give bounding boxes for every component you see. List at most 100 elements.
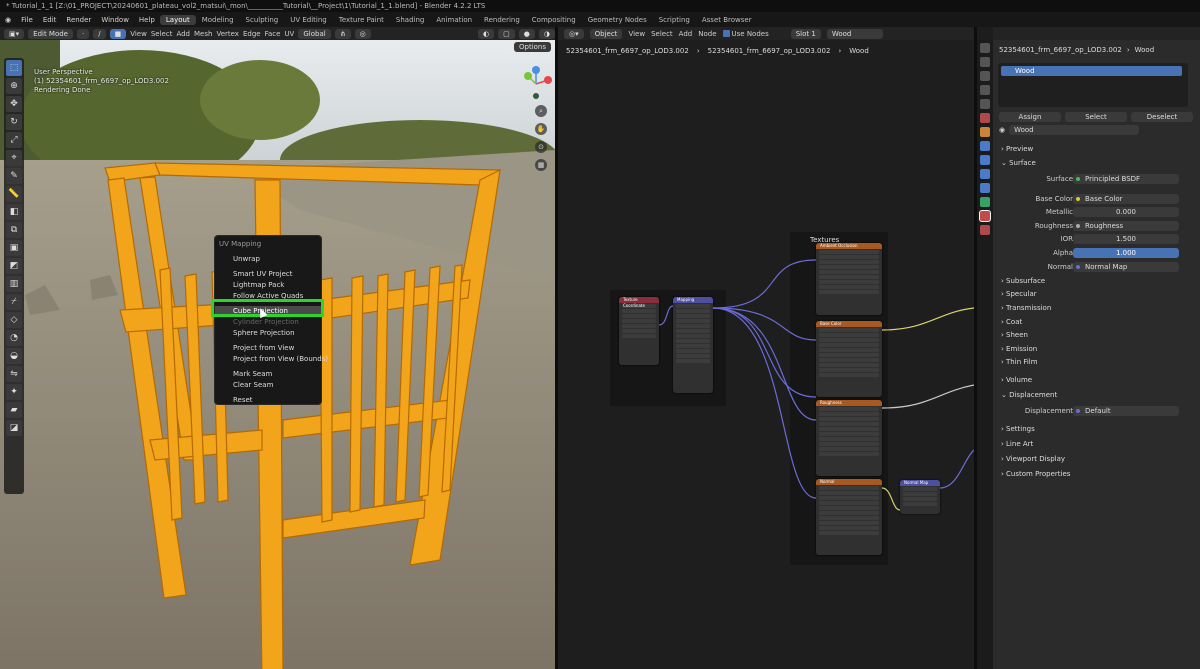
render-tab-icon[interactable] (980, 57, 990, 67)
shrink-fatten-tool-icon[interactable]: ✦ (6, 384, 22, 400)
section-subsurface[interactable]: › Subsurface (993, 275, 1200, 287)
editor-type-button[interactable]: ▣▾ (4, 28, 25, 39)
vp-menu-edge[interactable]: Edge (243, 30, 261, 38)
scale-tool-icon[interactable]: ⤢ (6, 132, 22, 148)
section-viewport-display[interactable]: › Viewport Display (993, 453, 1200, 465)
ne-menu-view[interactable]: View (628, 30, 645, 38)
normal-field[interactable]: Normal Map (1073, 262, 1179, 272)
tab-geometry-nodes[interactable]: Geometry Nodes (582, 15, 653, 25)
menu-file[interactable]: File (16, 16, 38, 24)
modifier-tab-icon[interactable] (980, 141, 990, 151)
physics-tab-icon[interactable] (980, 169, 990, 179)
section-coat[interactable]: › Coat (993, 316, 1200, 328)
displacement-field[interactable]: Default (1073, 406, 1179, 416)
data-tab-icon[interactable] (980, 197, 990, 207)
vp-menu-view[interactable]: View (130, 30, 147, 38)
section-sheen[interactable]: › Sheen (993, 329, 1200, 341)
tool-tab-icon[interactable] (980, 43, 990, 53)
ne-menu-node[interactable]: Node (698, 30, 716, 38)
shading-solid-icon[interactable]: ● (518, 28, 535, 39)
uv-menu-project-from-view-bounds[interactable]: Project from View (Bounds) (215, 354, 328, 365)
inset-tool-icon[interactable]: ▣ (6, 240, 22, 256)
tab-uv-editing[interactable]: UV Editing (284, 15, 333, 25)
shading-material-icon[interactable]: ◑ (538, 28, 555, 39)
metallic-field[interactable]: 0.000 (1073, 207, 1179, 217)
uv-menu-lightmap-pack[interactable]: Lightmap Pack (215, 280, 321, 291)
node-editor-type-icon[interactable]: ◎▾ (564, 28, 584, 39)
snap-icon[interactable]: ⋔ (334, 28, 351, 39)
rotate-tool-icon[interactable]: ↻ (6, 114, 22, 130)
section-surface[interactable]: ⌄ Surface (993, 157, 1200, 169)
tab-scripting[interactable]: Scripting (653, 15, 696, 25)
uv-menu-reset[interactable]: Reset (215, 395, 321, 406)
menu-window[interactable]: Window (96, 16, 134, 24)
surface-field[interactable]: Principled BSDF (1073, 174, 1179, 184)
shader-type-dropdown[interactable]: Object (589, 28, 623, 39)
measure-tool-icon[interactable]: 📏 (6, 186, 22, 202)
uv-menu-unwrap[interactable]: Unwrap (215, 254, 321, 265)
menu-help[interactable]: Help (134, 16, 160, 24)
ior-field[interactable]: 1.500 (1073, 234, 1179, 244)
vp-menu-uv[interactable]: UV (284, 30, 294, 38)
object-tab-icon[interactable] (980, 127, 990, 137)
zoom-icon[interactable]: ⌕ (535, 105, 547, 117)
world-tab-icon[interactable] (980, 113, 990, 123)
transform-tool-icon[interactable]: ⌖ (6, 150, 22, 166)
move-tool-icon[interactable]: ✥ (6, 96, 22, 112)
ne-menu-add[interactable]: Add (679, 30, 693, 38)
uv-menu-smart-uv-project[interactable]: Smart UV Project (215, 269, 321, 280)
smooth-tool-icon[interactable]: ◒ (6, 348, 22, 364)
proportional-edit-icon[interactable]: ◎ (354, 28, 371, 39)
tab-animation[interactable]: Animation (430, 15, 478, 25)
section-custom-properties[interactable]: › Custom Properties (993, 468, 1200, 480)
uv-menu-clear-seam[interactable]: Clear Seam (215, 380, 321, 391)
assign-button[interactable]: Assign (999, 112, 1061, 122)
menu-edit[interactable]: Edit (38, 16, 62, 24)
alpha-field[interactable]: 1.000 (1073, 248, 1179, 258)
tab-shading[interactable]: Shading (390, 15, 430, 25)
material-name-field[interactable]: Wood (1009, 125, 1140, 135)
select-box-tool-icon[interactable]: ⬚ (6, 60, 22, 76)
material-tab-icon[interactable] (979, 210, 991, 222)
vp-menu-add[interactable]: Add (176, 30, 190, 38)
blender-logo-icon[interactable]: ◉ (0, 16, 16, 24)
section-thin-film[interactable]: › Thin Film (993, 356, 1200, 368)
shader-node-editor[interactable]: Texture Coordinate Mapping Ambient Occlu… (558, 40, 974, 669)
transform-orientation-dropdown[interactable]: Global (298, 28, 331, 39)
perspective-grid-icon[interactable]: ▦ (535, 159, 547, 171)
tab-asset-browser[interactable]: Asset Browser (696, 15, 758, 25)
cursor-tool-icon[interactable]: ⊕ (6, 78, 22, 94)
bevel-tool-icon[interactable]: ◩ (6, 258, 22, 274)
tab-rendering[interactable]: Rendering (478, 15, 526, 25)
xray-icon[interactable]: ▢ (498, 28, 515, 39)
section-emission[interactable]: › Emission (993, 343, 1200, 355)
navigation-gizmo[interactable] (518, 62, 554, 106)
camera-icon[interactable]: ⊙ (535, 141, 547, 153)
ne-menu-select[interactable]: Select (651, 30, 673, 38)
face-select-icon[interactable]: ■ (109, 28, 127, 39)
tab-layout[interactable]: Layout (159, 14, 196, 25)
pan-hand-icon[interactable]: ✋ (535, 123, 547, 135)
loop-cut-tool-icon[interactable]: ▥ (6, 276, 22, 292)
uv-menu-cylinder-projection[interactable]: Cylinder Projection (215, 317, 321, 328)
roughness-field[interactable]: Roughness (1073, 221, 1179, 231)
section-preview[interactable]: › Preview (993, 143, 1200, 155)
section-volume[interactable]: › Volume (993, 374, 1200, 386)
poly-build-tool-icon[interactable]: ◇ (6, 312, 22, 328)
base-color-field[interactable]: Base Color (1073, 194, 1179, 204)
constraints-tab-icon[interactable] (980, 183, 990, 193)
extrude-tool-icon[interactable]: ⧉ (6, 222, 22, 238)
tab-compositing[interactable]: Compositing (526, 15, 582, 25)
knife-tool-icon[interactable]: ⌿ (6, 294, 22, 310)
section-settings[interactable]: › Settings (993, 423, 1200, 435)
material-sphere-icon[interactable]: ◉ (999, 126, 1005, 134)
shear-tool-icon[interactable]: ▰ (6, 402, 22, 418)
uv-menu-mark-seam[interactable]: Mark Seam (215, 369, 321, 380)
use-nodes-checkbox[interactable] (722, 30, 730, 37)
section-transmission[interactable]: › Transmission (993, 302, 1200, 314)
view-layer-tab-icon[interactable] (980, 85, 990, 95)
vp-menu-mesh[interactable]: Mesh (194, 30, 212, 38)
material-slot-item[interactable]: Wood (1001, 66, 1182, 76)
tab-texture-paint[interactable]: Texture Paint (333, 15, 390, 25)
deselect-button[interactable]: Deselect (1131, 112, 1193, 122)
